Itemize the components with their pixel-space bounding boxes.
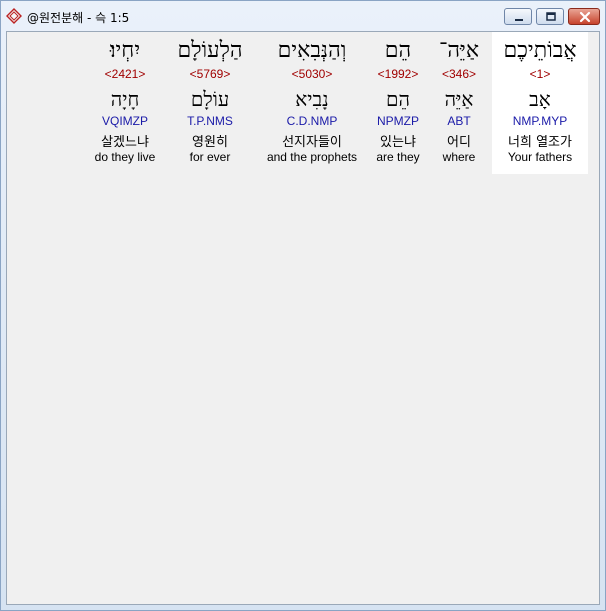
lemma-word: אַיֵּה — [444, 87, 474, 111]
english-gloss: and the prophets — [266, 150, 358, 164]
maximize-button[interactable] — [536, 8, 564, 25]
word-column-5[interactable]: הַלְעוֹלָם <5769> עוֹלָם T.P.NMS 영원히 for… — [164, 32, 256, 174]
korean-gloss: 너희 열조가 — [508, 135, 572, 150]
hebrew-word: אֲבוֹתֵיכֶם — [503, 38, 577, 63]
korean-gloss: 영원히 — [192, 135, 228, 150]
morphology-code: NMP.MYP — [512, 114, 568, 128]
english-gloss: Your fathers — [507, 150, 573, 164]
close-button[interactable] — [568, 8, 600, 25]
word-column-4[interactable]: וְהַנְּבִאִים <5030> נָבִיא C.D.NMP 선지자들… — [260, 32, 364, 174]
maximize-icon — [546, 12, 556, 21]
english-gloss: for ever — [189, 150, 231, 164]
strong-number: <5030> — [291, 67, 333, 81]
hebrew-word: הַלְעוֹלָם — [177, 38, 243, 63]
morphology-code: NPMZP — [377, 114, 419, 128]
morphology-code: VQIMZP — [101, 114, 148, 128]
strong-number: <2421> — [104, 67, 146, 81]
app-window: @원전분해 - 슥 1:5 אֲבוֹתֵיכֶם <1> אָב NMP.MY… — [0, 0, 606, 611]
strong-number: <5769> — [189, 67, 231, 81]
close-icon — [579, 11, 591, 23]
word-column-3[interactable]: הֵם <1992> הֵם NPMZP 있는냐 are they — [369, 32, 427, 174]
word-column-2[interactable]: אַיֵּה־ <346> אַיֵּה ABT 어디 where — [432, 32, 486, 174]
morphology-code: ABT — [447, 114, 471, 128]
title-bar[interactable]: @원전분해 - 슥 1:5 — [1, 1, 605, 31]
minimize-icon — [515, 19, 523, 21]
korean-gloss: 어디 — [447, 135, 471, 150]
strong-number: <1992> — [377, 67, 419, 81]
minimize-button[interactable] — [504, 8, 532, 25]
english-gloss: do they live — [94, 150, 156, 164]
english-gloss: are they — [376, 150, 420, 164]
book-diamond-icon[interactable] — [6, 8, 22, 24]
korean-gloss: 선지자들이 — [282, 135, 342, 150]
hebrew-word: הֵם — [384, 38, 412, 63]
word-column-1[interactable]: אֲבוֹתֵיכֶם <1> אָב NMP.MYP 너희 열조가 Your … — [492, 32, 588, 174]
korean-gloss: 살겠느냐 — [101, 135, 149, 150]
english-gloss: where — [442, 150, 476, 164]
lemma-word: נָבִיא — [295, 87, 329, 111]
morphology-code: C.D.NMP — [286, 114, 338, 128]
morphology-code: T.P.NMS — [187, 114, 233, 128]
strong-number: <1> — [529, 67, 551, 81]
hebrew-word: יִחְיוּ׃ — [109, 38, 141, 63]
strong-number: <346> — [441, 67, 477, 81]
lemma-word: חָיָה — [110, 87, 140, 111]
korean-gloss: 있는냐 — [380, 135, 416, 150]
lemma-word: עוֹלָם — [190, 87, 230, 111]
interlinear-panel[interactable]: אֲבוֹתֵיכֶם <1> אָב NMP.MYP 너희 열조가 Your … — [6, 31, 600, 605]
lemma-word: הֵם — [386, 87, 410, 111]
hebrew-word: וְהַנְּבִאִים — [277, 38, 347, 63]
window-title: @원전분해 - 슥 1:5 — [27, 11, 130, 25]
lemma-word: אָב — [529, 87, 551, 111]
hebrew-word: אַיֵּה־ — [438, 38, 480, 63]
word-column-6[interactable]: יִחְיוּ׃ <2421> חָיָה VQIMZP 살겠느냐 do the… — [88, 32, 162, 174]
